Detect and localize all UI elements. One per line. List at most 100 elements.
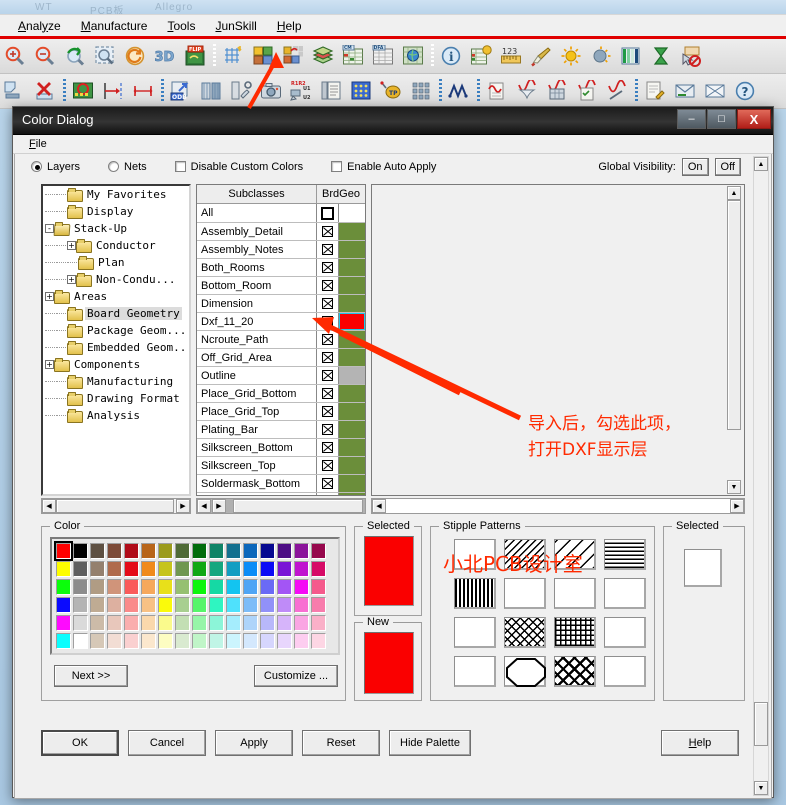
table-row[interactable]: Bottom_Room [197,277,365,295]
selected-color-swatch[interactable] [364,536,414,606]
stipple-pattern-diamond-heavy[interactable] [604,656,646,687]
sig-explorer5-icon[interactable] [602,76,632,106]
tree-expander-icon[interactable]: + [67,241,76,250]
dialog-menu-file[interactable]: File [23,137,53,151]
subclasses-hscrollbar[interactable]: ◀ ▶ [196,498,366,514]
palette-swatch[interactable] [72,578,89,596]
subclass-stackup-icon[interactable] [308,41,338,71]
stipple-pattern-dashes[interactable] [604,578,646,609]
hide-palette-button[interactable]: Hide Palette [389,730,471,756]
layer-color-swatch[interactable] [339,331,365,348]
visibility-cell[interactable] [317,277,339,294]
matrix-icon[interactable] [406,76,436,106]
visibility-cell[interactable] [317,223,339,240]
stipple-pattern-x-weave[interactable] [554,656,596,687]
table-row[interactable]: All [197,204,365,223]
layer-color-swatch[interactable] [339,223,365,240]
reset-button[interactable]: Reset [302,730,380,756]
palette-swatch[interactable] [208,632,225,650]
layer-color-swatch[interactable] [339,493,365,495]
palette-swatch[interactable] [276,632,293,650]
palette-swatch[interactable] [72,614,89,632]
tree-hscroll-right-icon[interactable]: ▶ [176,499,190,513]
ok-button[interactable]: OK [41,730,119,756]
testpoint-icon[interactable]: TP [376,76,406,106]
new-color-swatch[interactable] [364,632,414,694]
dialog-action-buttons[interactable]: OK Cancel Apply Reset Hide Palette Help [15,726,771,766]
tree-expander-icon[interactable]: + [67,275,76,284]
table-row[interactable]: Place_Grid_Top [197,403,365,421]
netlist-report-icon[interactable] [316,76,346,106]
layer-color-swatch[interactable] [339,277,365,294]
color-palette[interactable] [50,537,340,655]
layer-tree[interactable]: My Favorites Display - Stack-Up + Conductor Pl… [41,184,191,496]
visibility-cell[interactable] [317,457,339,474]
tree-item[interactable]: + Non-Condu... [43,271,189,288]
palette-swatch[interactable] [174,596,191,614]
stipple-pattern-triangle-dots[interactable] [504,578,546,609]
stipple-pattern-horizontal-lines[interactable] [604,539,646,570]
subclasses-hscroll-right-icon[interactable]: ▶ [212,499,226,513]
palette-swatch[interactable] [293,614,310,632]
palette-swatch[interactable] [106,542,123,560]
net-logic-icon[interactable]: R1R2 U1 U2 [286,76,316,106]
palette-swatch[interactable] [208,560,225,578]
zoom-in-icon[interactable] [0,41,30,71]
table-row[interactable]: Off_Grid_Area [197,349,365,367]
right-hscroll-left-icon[interactable]: ◀ [372,499,386,513]
color192-icon[interactable] [278,41,308,71]
palette-swatch[interactable] [140,578,157,596]
visibility-cell[interactable] [317,349,339,366]
subclasses-hscroll-left-icon[interactable]: ◀ [197,499,211,513]
shadow-on-icon[interactable] [556,41,586,71]
radio-nets[interactable]: Nets [108,161,147,173]
visibility-checkbox[interactable] [322,424,333,435]
odb-export-icon[interactable]: ODB [166,76,196,106]
redraw-icon[interactable] [120,41,150,71]
stipple-pattern-octagon-outline[interactable] [504,656,546,687]
tree-item[interactable]: + Conductor [43,237,189,254]
palette-swatch[interactable] [157,614,174,632]
palette-swatch[interactable] [157,542,174,560]
palette-swatch[interactable] [225,614,242,632]
tree-expander-icon[interactable]: + [45,292,54,301]
visibility-cell[interactable] [317,421,339,438]
layer-color-swatch[interactable] [339,349,365,366]
close-button[interactable]: X [737,109,771,129]
zoom-area-icon[interactable] [90,41,120,71]
palette-swatch[interactable] [259,542,276,560]
pad-array-icon[interactable] [346,76,376,106]
palette-swatch[interactable] [174,632,191,650]
palette-swatch[interactable] [72,560,89,578]
table-row[interactable]: Soldermask_Bottom [197,475,365,493]
right-scroll-up-icon[interactable]: ▲ [727,186,741,200]
subclasses-hscroll-thumb[interactable] [233,499,363,513]
palette-swatch[interactable] [208,578,225,596]
palette-swatch[interactable] [89,578,106,596]
palette-swatch[interactable] [157,578,174,596]
sig-explorer1-icon[interactable] [482,76,512,106]
palette-swatch[interactable] [174,542,191,560]
drill-legend-icon[interactable] [226,76,256,106]
highlight-brush-icon[interactable] [526,41,556,71]
scroll-down-arrow-icon[interactable]: ▼ [754,781,768,795]
palette-swatch[interactable] [259,632,276,650]
toolbar-secondary[interactable]: ODB R1R2 U1 U2 TP ? [0,74,786,109]
layer-color-swatch[interactable] [339,313,365,330]
visibility-cell[interactable] [317,475,339,492]
spacing-icon[interactable] [128,76,158,106]
palette-swatch[interactable] [310,614,327,632]
palette-swatch[interactable] [174,560,191,578]
tree-expander-icon[interactable]: - [45,224,54,233]
layer-color-swatch[interactable] [339,259,365,276]
visibility-checkbox[interactable] [322,478,333,489]
menu-item-manufacture[interactable]: Manufacture [71,17,158,35]
palette-swatch[interactable] [55,596,72,614]
placement-edit-icon[interactable] [68,76,98,106]
layer-color-swatch[interactable] [339,403,365,420]
palette-swatch[interactable] [225,560,242,578]
palette-swatch[interactable] [259,614,276,632]
table-row[interactable]: Assembly_Notes [197,241,365,259]
visibility-cell[interactable] [317,367,339,384]
palette-swatch[interactable] [72,542,89,560]
